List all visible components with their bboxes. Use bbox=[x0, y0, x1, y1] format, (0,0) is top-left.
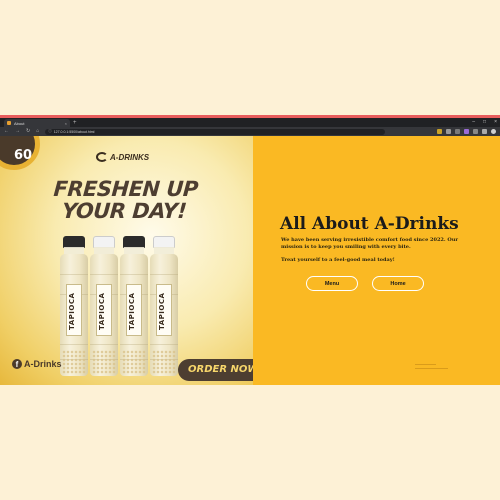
window-controls: – □ × bbox=[472, 118, 497, 126]
extensions-area bbox=[437, 129, 496, 134]
bottle-body: TAPIOCA bbox=[120, 254, 148, 376]
hero-headline: FRESHEN UP YOUR DAY! bbox=[48, 177, 201, 223]
bottle-label: TAPIOCA bbox=[66, 284, 82, 336]
bottle-label-text: TAPIOCA bbox=[128, 292, 136, 330]
minimize-button[interactable]: – bbox=[472, 118, 475, 126]
headline-line-1: FRESHEN UP bbox=[52, 177, 199, 201]
logo-text: A-DRINKS bbox=[110, 152, 150, 162]
browser-window: About × + – □ × ← → ↻ ⌂ ⓘ 127.0.0.1:5500… bbox=[0, 115, 500, 385]
order-now-button[interactable]: ORDER NOW! bbox=[178, 359, 253, 381]
favicon-icon bbox=[7, 121, 11, 125]
bottle-rib bbox=[120, 344, 148, 345]
faint-footer-text: ▬▬▬▬▬▬▬ ▬▬▬▬▬▬▬▬▬▬▬ bbox=[415, 362, 448, 370]
facebook-link[interactable]: f A-Drinks bbox=[12, 359, 62, 369]
bottle-rib bbox=[150, 274, 178, 275]
home-button-page[interactable]: Home bbox=[372, 276, 424, 291]
bottle-label-text: TAPIOCA bbox=[98, 292, 106, 330]
brand-logo: A-DRINKS bbox=[96, 152, 149, 162]
screenshot-frame: About × + – □ × ← → ↻ ⌂ ⓘ 127.0.0.1:5500… bbox=[0, 0, 500, 500]
extension-icon[interactable] bbox=[455, 129, 460, 134]
bottle-label: TAPIOCA bbox=[96, 284, 112, 336]
url-text[interactable]: 127.0.0.1:5500/about.html bbox=[54, 130, 95, 134]
hero-banner: 60 A-DRINKS FRESHEN UP YOUR DAY! TAPIOCA… bbox=[0, 136, 253, 385]
bottle-label: TAPIOCA bbox=[126, 284, 142, 336]
web-page: 60 A-DRINKS FRESHEN UP YOUR DAY! TAPIOCA… bbox=[0, 136, 500, 385]
bottle-label: TAPIOCA bbox=[156, 284, 172, 336]
bottle-body: TAPIOCA bbox=[90, 254, 118, 376]
tapioca-pearls bbox=[92, 350, 116, 374]
tapioca-bottle: TAPIOCA bbox=[150, 236, 178, 376]
tapioca-bottle: TAPIOCA bbox=[60, 236, 88, 376]
back-button[interactable]: ← bbox=[4, 127, 9, 136]
tapioca-pearls bbox=[152, 350, 176, 374]
tapioca-bottle: TAPIOCA bbox=[120, 236, 148, 376]
bottle-rib bbox=[60, 344, 88, 345]
extension-icon[interactable] bbox=[446, 129, 451, 134]
address-bar[interactable]: ⓘ 127.0.0.1:5500/about.html bbox=[45, 128, 386, 135]
about-paragraph: We have been serving irresistible comfor… bbox=[281, 237, 459, 250]
info-icon[interactable]: ⓘ bbox=[48, 129, 52, 134]
extension-icon[interactable] bbox=[482, 129, 487, 134]
reload-button[interactable]: ↻ bbox=[26, 127, 30, 136]
bottle-rib bbox=[90, 274, 118, 275]
bottle-rib bbox=[90, 344, 118, 345]
badge-60: 60 bbox=[0, 136, 40, 170]
tapioca-pearls bbox=[122, 350, 146, 374]
footer-line: ▬▬▬▬▬▬▬▬▬▬▬ bbox=[415, 366, 448, 370]
bottle-body: TAPIOCA bbox=[60, 254, 88, 376]
tapioca-bottle: TAPIOCA bbox=[90, 236, 118, 376]
home-button[interactable]: ⌂ bbox=[36, 127, 39, 136]
bottle-group: TAPIOCA TAPIOCA TAPIOCA TAPIOCA bbox=[60, 228, 180, 376]
tab-bar: About × + – □ × bbox=[0, 118, 500, 127]
browser-toolbar: ← → ↻ ⌂ ⓘ 127.0.0.1:5500/about.html bbox=[0, 127, 500, 136]
profile-avatar-icon[interactable] bbox=[491, 129, 496, 134]
facebook-label: A-Drinks bbox=[24, 359, 62, 369]
extension-icon[interactable] bbox=[473, 129, 478, 134]
tapioca-pearls bbox=[62, 350, 86, 374]
about-section: All About A-Drinks We have been serving … bbox=[253, 136, 500, 385]
extension-icon[interactable] bbox=[437, 129, 442, 134]
maximize-button[interactable]: □ bbox=[483, 118, 486, 126]
tab-close-icon[interactable]: × bbox=[65, 121, 67, 126]
headline-line-2: YOUR DAY! bbox=[61, 199, 188, 223]
bottle-rib bbox=[60, 274, 88, 275]
bottle-label-text: TAPIOCA bbox=[158, 292, 166, 330]
close-window-button[interactable]: × bbox=[494, 118, 497, 126]
logo-swirl-icon bbox=[96, 152, 108, 162]
bottle-rib bbox=[150, 344, 178, 345]
about-title: All About A-Drinks bbox=[280, 214, 459, 234]
new-tab-button[interactable]: + bbox=[73, 119, 77, 127]
forward-button[interactable]: → bbox=[15, 127, 20, 136]
about-tagline: Treat yourself to a feel-good meal today… bbox=[281, 257, 395, 263]
badge-text: 60 bbox=[14, 148, 33, 163]
menu-button[interactable]: Menu bbox=[306, 276, 358, 291]
bottle-body: TAPIOCA bbox=[150, 254, 178, 376]
bottle-label-text: TAPIOCA bbox=[68, 292, 76, 330]
extension-icon[interactable] bbox=[464, 129, 469, 134]
bottle-rib bbox=[120, 274, 148, 275]
tab-title: About bbox=[14, 120, 25, 126]
tab-about[interactable]: About × bbox=[4, 119, 70, 127]
facebook-icon: f bbox=[12, 359, 22, 369]
